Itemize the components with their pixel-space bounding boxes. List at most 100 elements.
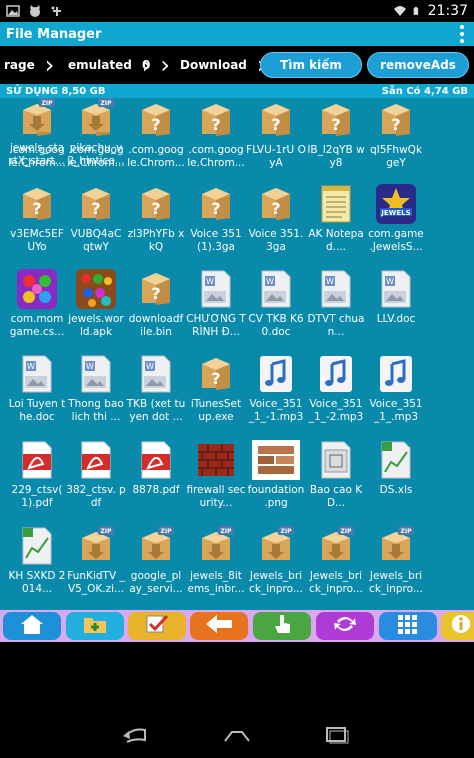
- svg-text:?: ?: [271, 115, 280, 134]
- svg-text:W: W: [206, 277, 214, 286]
- crumb-0[interactable]: 0 ›: [130, 46, 170, 84]
- music-file-icon: [256, 354, 296, 394]
- bottom-toolbar: [0, 610, 474, 642]
- file-item[interactable]: W Loi Tuyen the.doc: [7, 354, 67, 424]
- refresh-button[interactable]: [316, 612, 374, 640]
- recents-nav-icon[interactable]: [318, 723, 354, 747]
- svg-text:JEWELS: JEWELS: [380, 209, 410, 217]
- file-item[interactable]: W LLV.doc: [366, 269, 426, 326]
- unknown-file-icon: ?: [76, 184, 116, 224]
- unknown-file-icon: ?: [376, 100, 416, 140]
- select-button[interactable]: [128, 612, 186, 640]
- file-item[interactable]: AK Notepad....: [306, 184, 366, 254]
- file-item[interactable]: Voice_351 _1_-2.mp3: [306, 354, 366, 424]
- file-item[interactable]: ZIP jewels_sta rtX_start...: [7, 98, 67, 168]
- touch-button[interactable]: [253, 612, 311, 640]
- file-item[interactable]: 8878.pdf: [126, 440, 186, 497]
- svg-text:?: ?: [151, 115, 160, 134]
- doc-file-icon: W: [256, 269, 296, 309]
- file-item[interactable]: firewall security...: [186, 440, 246, 510]
- file-item[interactable]: JEWELS com.game .JewelsS...: [366, 184, 426, 254]
- notepad-icon: [316, 184, 356, 224]
- battery-icon: [413, 6, 418, 15]
- file-name: zl3PhYFb xkQ: [127, 228, 185, 253]
- file-item[interactable]: ? Voice 351.3ga: [246, 184, 306, 254]
- back-button[interactable]: [190, 612, 248, 640]
- file-item[interactable]: W DTVT chuan...: [306, 269, 366, 339]
- file-item[interactable]: ZIP pikachu_v 2_hintico...: [66, 98, 126, 168]
- svg-text:ZIP: ZIP: [341, 528, 353, 535]
- file-item[interactable]: ? downloadf ile.bin: [126, 269, 186, 339]
- file-name: CHƯƠNG TRÌNH Đ...: [186, 313, 246, 338]
- grid-view-button[interactable]: [379, 612, 437, 640]
- file-name: DTVT chuan...: [307, 313, 365, 338]
- new-folder-button[interactable]: [66, 612, 124, 640]
- file-name: 229_ctsv( 1).pdf: [11, 484, 63, 509]
- file-item[interactable]: ZIP Jewels_bri ck_inpro...: [306, 526, 366, 596]
- xls-chart-file-icon: [376, 440, 416, 480]
- remove-ads-button[interactable]: removeAds: [367, 52, 469, 78]
- file-item[interactable]: 382_ctsv. pdf: [66, 440, 126, 510]
- svg-text:?: ?: [151, 284, 160, 303]
- unknown-file-icon: ?: [316, 100, 356, 140]
- app-title-bar: File Manager: [0, 22, 474, 46]
- file-item[interactable]: ZIP Jewels_bri ck_inpro...: [246, 526, 306, 596]
- zip-file-icon: ZIP: [196, 526, 236, 566]
- file-item[interactable]: Bao cao KD...: [306, 440, 366, 510]
- file-name: downloadf ile.bin: [128, 313, 184, 338]
- file-item[interactable]: ? zl3PhYFb xkQ: [126, 184, 186, 254]
- svg-text:?: ?: [91, 199, 100, 218]
- svg-text:?: ?: [211, 369, 220, 388]
- search-button[interactable]: Tìm kiếm: [260, 52, 362, 78]
- doc-file-icon: W: [17, 354, 57, 394]
- file-item[interactable]: foundation .png: [246, 440, 306, 510]
- file-item[interactable]: ? Voice 351 (1).3ga: [186, 184, 246, 254]
- file-item[interactable]: 229_ctsv( 1).pdf: [7, 440, 67, 510]
- file-item[interactable]: ? VUBQ4aC qtwY: [66, 184, 126, 254]
- file-item[interactable]: jewels.wor ld.apk: [66, 269, 126, 339]
- file-name: jewels_sta rtX_start...: [9, 142, 65, 167]
- svg-text:W: W: [86, 362, 94, 371]
- unknown-file-icon: ?: [136, 100, 176, 140]
- xls-file-icon: [316, 440, 356, 480]
- file-item[interactable]: Voice_351 _1_-1.mp3: [246, 354, 306, 424]
- file-item[interactable]: W CHƯƠNG TRÌNH Đ...: [186, 269, 246, 339]
- file-item[interactable]: W TKB (xet tuyen dot ...: [126, 354, 186, 424]
- file-item[interactable]: ? v3EMc5EF UYo: [7, 184, 67, 254]
- file-item[interactable]: ? FLVU-1rU OyA: [246, 100, 306, 170]
- checkmark-icon: [144, 613, 170, 639]
- file-item[interactable]: ZIP google_pl ay_servi...: [126, 526, 186, 596]
- crumb-storage[interactable]: rage ›: [0, 46, 54, 84]
- crumb-emulated[interactable]: emulated ›: [52, 46, 151, 84]
- back-nav-icon[interactable]: [118, 723, 154, 747]
- file-name: Voice_351 _1_.mp3: [369, 398, 423, 423]
- file-name: Jewels_bri ck_inpro...: [369, 570, 423, 595]
- file-item[interactable]: DS.xls: [366, 440, 426, 497]
- overflow-menu-icon[interactable]: [450, 25, 474, 43]
- file-item[interactable]: com.mom game.cs...: [7, 269, 67, 339]
- storage-info-bar: SỬ DỤNG 8,50 GB Sẵn Có 4,74 GB: [0, 84, 474, 98]
- file-item[interactable]: ZIP Jewels_bri ck_inpro...: [366, 526, 426, 596]
- file-item[interactable]: ? .com.goog le.Chrom...: [126, 100, 186, 170]
- home-nav-icon[interactable]: [219, 723, 255, 747]
- file-item[interactable]: ZIP FunKidTV _V5_OK.zi...: [66, 526, 126, 596]
- unknown-file-icon: ?: [17, 184, 57, 224]
- doc-file-icon: W: [376, 269, 416, 309]
- file-name: IB_l2qYB wy8: [307, 144, 365, 169]
- file-item[interactable]: ZIP jewels_8it ems_inbr...: [186, 526, 246, 596]
- file-item[interactable]: ? qI5FhwQk geY: [366, 100, 426, 170]
- file-item[interactable]: W CV TKB K60.doc: [246, 269, 306, 339]
- file-item[interactable]: ? IB_l2qYB wy8: [306, 100, 366, 170]
- file-item[interactable]: ? iTunesSet up.exe: [186, 354, 246, 424]
- info-button[interactable]: [441, 612, 474, 640]
- file-item[interactable]: KH SXKD 2014...: [7, 526, 67, 596]
- home-button[interactable]: [3, 612, 61, 640]
- crumb-download[interactable]: Download›: [168, 46, 267, 84]
- file-name: com.game .JewelsS...: [368, 228, 424, 253]
- file-item[interactable]: W Thong bao lich thi ...: [66, 354, 126, 424]
- svg-text:?: ?: [211, 199, 220, 218]
- clock: 21:37: [427, 3, 468, 19]
- file-item[interactable]: ? .com.goog le.Chrom...: [186, 100, 246, 170]
- doc-file-icon: W: [316, 269, 356, 309]
- file-item[interactable]: Voice_351 _1_.mp3: [366, 354, 426, 424]
